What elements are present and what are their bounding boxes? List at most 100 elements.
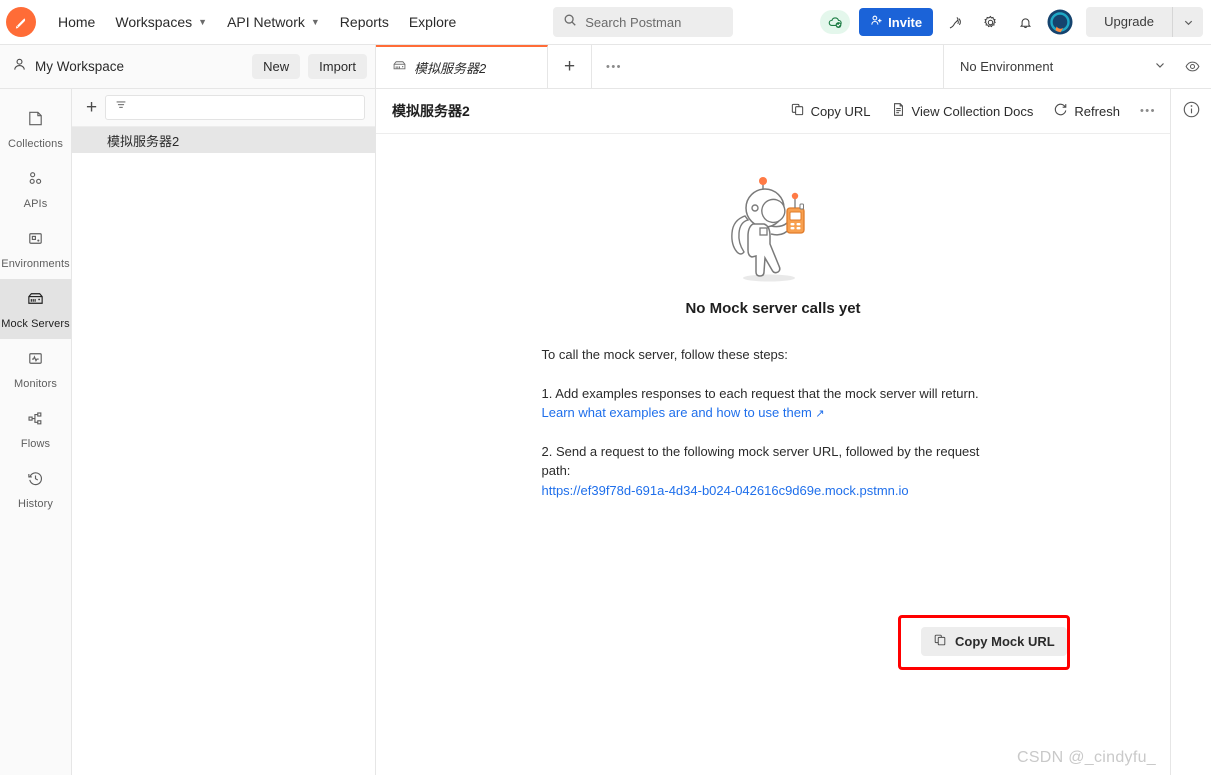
mock-server-icon [392,58,407,78]
sidebar-label: Collections [8,138,63,150]
empty-state: No Mock server calls yet To call the moc… [376,134,1170,500]
sidebar-item-mock-servers[interactable]: Mock Servers [0,279,71,339]
action-label: View Collection Docs [911,103,1034,119]
main-content-area: 模拟服务器2 Copy URL View Collection Docs Ref… [376,89,1170,775]
content-header: 模拟服务器2 Copy URL View Collection Docs Ref… [376,89,1170,134]
bell-icon[interactable] [1012,9,1038,35]
satellite-icon[interactable] [942,9,968,35]
action-label: Refresh [1074,103,1120,119]
environment-label[interactable]: No Environment [960,59,1136,74]
empty-state-title: No Mock server calls yet [685,300,861,317]
filter-icon [114,98,128,117]
user-plus-icon [870,14,883,30]
copy-url-button[interactable]: Copy URL [790,102,871,120]
sidebar-item-flows[interactable]: Flows [0,399,71,459]
new-button[interactable]: New [252,54,301,79]
sidebar-item-collections[interactable]: Collections [0,99,71,159]
tab-strip: 模拟服务器2 + ••• [376,45,943,89]
new-tab-button[interactable]: + [548,45,592,88]
postman-app-window: Home Workspaces ▼ API Network ▼ Reports … [0,0,1211,775]
sidebar-label: Flows [20,438,51,450]
list-item[interactable]: 模拟服务器2 [72,127,375,153]
sidebar-label: Environments [1,258,70,270]
workspace-zone: My Workspace New Import [0,45,376,89]
flows-icon [26,409,45,433]
refresh-button[interactable]: Refresh [1053,102,1120,120]
view-collection-docs-button[interactable]: View Collection Docs [891,102,1034,120]
nav-item-home[interactable]: Home [48,9,105,35]
step-1-text: 1. Add examples responses to each reques… [541,385,979,401]
monitors-icon [26,349,45,373]
search-input[interactable]: Search Postman [553,7,734,37]
list-item-label: 模拟服务器2 [107,133,180,149]
collections-icon [26,109,45,133]
nav-item-explore[interactable]: Explore [399,9,466,35]
sidebar-item-history[interactable]: History [0,459,71,519]
refresh-icon [1053,102,1068,120]
sidebar-item-monitors[interactable]: Monitors [0,339,71,399]
invite-label: Invite [888,14,923,30]
nav-item-api-network[interactable]: API Network ▼ [217,9,330,35]
nav-label: Home [58,14,96,30]
history-icon [26,469,45,493]
apis-icon [26,169,45,193]
copy-mock-url-label: Copy Mock URL [955,634,1055,649]
nav-item-workspaces[interactable]: Workspaces ▼ [105,9,217,35]
add-mock-server-button[interactable]: + [86,98,97,117]
tab-strip-filler [636,45,943,88]
left-sidebar-rail: Collections APIs Environments Mock Serve… [0,89,72,775]
learn-examples-link[interactable]: Learn what examples are and how to use t… [542,403,825,423]
copy-icon [933,633,947,650]
search-area: Search Postman [466,7,820,37]
app-body: Collections APIs Environments Mock Serve… [0,89,1211,775]
step-2: 2. Send a request to the following mock … [542,442,1005,501]
tab-label: 模拟服务器2 [414,61,487,76]
copy-icon [790,102,805,120]
tab-mock-server[interactable]: 模拟服务器2 [376,45,548,88]
cloud-check-icon[interactable] [820,10,851,34]
search-icon [563,13,577,32]
upgrade-button[interactable]: Upgrade [1086,7,1172,37]
nav-label: Workspaces [115,14,193,30]
upgrade-chevron-down-icon[interactable] [1173,7,1203,37]
user-avatar[interactable] [1047,9,1073,35]
step-1: 1. Add examples responses to each reques… [542,384,1005,423]
environments-icon [26,229,45,253]
steps-intro: To call the mock server, follow these st… [541,347,788,362]
list-panel-toolbar: + [72,89,375,127]
mock-server-list: 模拟服务器2 [72,127,375,775]
sidebar-item-environments[interactable]: Environments [0,219,71,279]
tab-options-ellipsis-icon[interactable]: ••• [592,45,636,88]
content-body: No Mock server calls yet To call the moc… [376,134,1170,775]
empty-state-steps: To call the mock server, follow these st… [542,345,1005,500]
environment-chevron-down-icon[interactable] [1144,58,1176,76]
chevron-down-icon: ▼ [310,16,320,27]
filter-input[interactable] [105,95,365,120]
nav-label: API Network [227,14,305,30]
invite-button[interactable]: Invite [859,8,934,36]
document-icon [891,102,906,120]
environment-selector: No Environment [943,45,1211,89]
gear-icon[interactable] [977,9,1003,35]
more-options-ellipsis-icon[interactable]: ••• [1140,105,1156,117]
search-placeholder: Search Postman [585,14,682,30]
link-text: Learn what examples are and how to use t… [541,405,812,420]
sidebar-label: Mock Servers [1,318,70,330]
sidebar-label: APIs [23,198,48,210]
upgrade-group: Upgrade [1086,7,1203,37]
mock-server-url-link[interactable]: https://ef39f78d-691a-4d34-b024-042616c9… [542,481,909,501]
sidebar-item-apis[interactable]: APIs [0,159,71,219]
action-label: Copy URL [810,103,871,119]
nav-item-reports[interactable]: Reports [330,9,399,35]
workspace-name[interactable]: My Workspace [35,59,252,74]
topbar-actions: Invite Upgrade [820,7,1203,37]
postman-logo-icon[interactable] [6,7,36,37]
info-circle-icon[interactable] [1182,100,1201,124]
step-2-text: 2. Send a request to the following mock … [541,443,980,479]
page-title: 模拟服务器2 [392,103,470,119]
import-button[interactable]: Import [308,54,367,79]
copy-mock-url-button[interactable]: Copy Mock URL [921,627,1067,656]
nav-label: Reports [339,14,389,30]
mock-server-icon [26,289,45,313]
environment-eye-icon[interactable] [1184,58,1201,75]
